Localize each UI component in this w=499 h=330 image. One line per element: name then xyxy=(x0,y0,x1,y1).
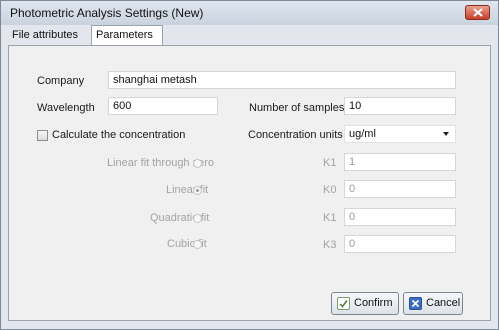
samples-field[interactable]: 10 xyxy=(344,97,456,115)
cancel-button[interactable]: Cancel xyxy=(403,292,463,315)
confirm-label: Confirm xyxy=(354,297,393,309)
fit-radio-cubic[interactable] xyxy=(193,240,202,249)
coef-label-3: K3 xyxy=(323,239,337,251)
cancel-label: Cancel xyxy=(426,297,461,309)
fit-radio-linear-zero[interactable] xyxy=(193,159,202,168)
chevron-down-icon xyxy=(443,132,449,136)
coef-field-1[interactable]: 0 xyxy=(344,180,456,198)
coef-field-2[interactable]: 0 xyxy=(344,208,456,226)
coef-field-3[interactable]: 0 xyxy=(344,235,456,253)
wavelength-label: Wavelength xyxy=(37,102,95,114)
close-icon xyxy=(473,8,483,17)
coef-label-1: K0 xyxy=(323,184,337,196)
close-button[interactable] xyxy=(465,5,490,20)
wavelength-field[interactable]: 600 xyxy=(108,97,218,115)
cancel-icon xyxy=(409,297,422,310)
parameters-panel: Company shanghai metash Wavelength 600 N… xyxy=(8,45,491,321)
concentration-units-select[interactable]: ug/ml xyxy=(344,125,456,143)
fit-radio-linear[interactable] xyxy=(193,186,202,195)
confirm-button[interactable]: Confirm xyxy=(331,292,399,315)
concentration-units-value: ug/ml xyxy=(349,128,376,140)
calculate-concentration-label: Calculate the concentration xyxy=(52,129,186,141)
samples-label: Number of samples xyxy=(249,102,345,114)
fit-radio-quadratic[interactable] xyxy=(193,214,202,223)
settings-dialog: Photometric Analysis Settings (New) File… xyxy=(0,0,499,330)
coef-label-2: K1 xyxy=(323,212,337,224)
window-title: Photometric Analysis Settings (New) xyxy=(10,6,204,20)
tab-file-attributes[interactable]: File attributes xyxy=(8,26,86,45)
coef-label-0: K1 xyxy=(323,157,337,169)
company-field[interactable]: shanghai metash xyxy=(108,71,456,89)
tab-parameters[interactable]: Parameters xyxy=(91,25,163,46)
calculate-concentration-checkbox[interactable] xyxy=(37,130,48,141)
coef-field-0[interactable]: 1 xyxy=(344,153,456,171)
check-icon xyxy=(337,297,350,310)
title-bar[interactable]: Photometric Analysis Settings (New) xyxy=(1,1,498,25)
company-label: Company xyxy=(37,75,85,87)
concentration-units-label: Concentration units xyxy=(248,129,343,141)
